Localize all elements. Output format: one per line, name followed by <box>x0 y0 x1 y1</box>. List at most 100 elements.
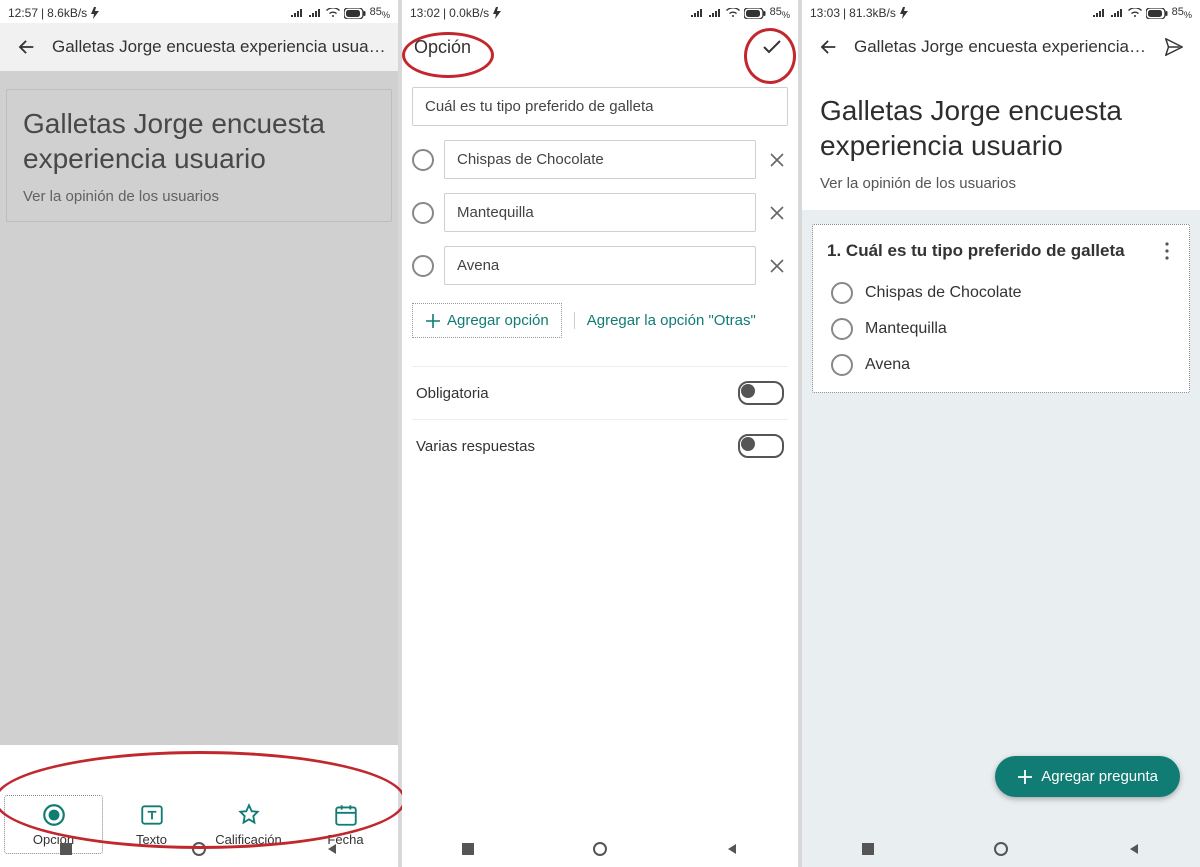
battery-level: 85 <box>1172 6 1184 18</box>
panel-option-editor: 13:02 | 0.0kB/s 85% Opción Cuál es tu ti… <box>402 0 798 867</box>
toggle-switch[interactable] <box>738 434 784 458</box>
wifi-icon <box>326 8 340 18</box>
android-nav-bar <box>0 831 398 867</box>
answer-option[interactable]: Chispas de Chocolate <box>831 282 1175 304</box>
radio-icon <box>831 282 853 304</box>
panel-form-preview: 13:03 | 81.3kB/s 85% Galletas Jorge encu… <box>802 0 1200 867</box>
back-button[interactable] <box>814 33 842 61</box>
wifi-icon <box>1128 8 1142 18</box>
arrow-left-icon <box>817 36 839 58</box>
status-bar: 13:02 | 0.0kB/s 85% <box>402 0 798 23</box>
plus-icon <box>1017 769 1033 785</box>
form-body: Galletas Jorge encuesta experiencia usua… <box>802 71 1200 867</box>
battery-icon <box>744 8 766 19</box>
bolt-icon <box>492 7 502 19</box>
option-input[interactable]: Avena <box>444 246 756 285</box>
answer-option[interactable]: Mantequilla <box>831 318 1175 340</box>
battery-level: 85 <box>370 6 382 18</box>
signal-icon <box>308 8 322 18</box>
nav-back-icon[interactable] <box>725 842 739 856</box>
form-header-card: Galletas Jorge encuesta experiencia usua… <box>802 71 1200 210</box>
more-vertical-icon <box>1159 241 1175 261</box>
remove-option-button[interactable] <box>766 202 788 224</box>
bolt-icon <box>90 7 100 19</box>
radio-icon <box>831 354 853 376</box>
battery-icon <box>1146 8 1168 19</box>
question-title: 1. Cuál es tu tipo preferido de galleta <box>827 241 1153 261</box>
close-icon <box>769 152 785 168</box>
toggle-multiple: Varias respuestas <box>412 419 788 472</box>
status-time: 13:03 <box>810 6 840 20</box>
appbar-title: Galletas Jorge encuesta experiencia usua… <box>52 37 386 57</box>
question-card[interactable]: 1. Cuál es tu tipo preferido de galleta … <box>812 224 1190 393</box>
close-icon <box>769 258 785 274</box>
answer-option[interactable]: Avena <box>831 354 1175 376</box>
appbar-title: Galletas Jorge encuesta experiencia u... <box>854 37 1148 57</box>
toggle-section: Obligatoria Varias respuestas <box>412 366 788 472</box>
radio-icon <box>412 202 434 224</box>
nav-home-icon[interactable] <box>593 842 607 856</box>
signal-icon <box>290 8 304 18</box>
add-row: Agregar opción Agregar la opción "Otras" <box>412 303 788 338</box>
plus-icon <box>425 313 441 329</box>
nav-recent-icon[interactable] <box>461 842 475 856</box>
page-body: Galletas Jorge encuesta experiencia usua… <box>0 71 398 867</box>
back-button[interactable] <box>12 33 40 61</box>
android-nav-bar <box>402 831 798 867</box>
option-label: Mantequilla <box>865 320 947 338</box>
nav-recent-icon[interactable] <box>861 842 875 856</box>
form-subtitle: Ver la opinión de los usuarios <box>820 175 1182 192</box>
nav-home-icon[interactable] <box>994 842 1008 856</box>
radio-icon <box>412 255 434 277</box>
android-nav-bar <box>802 831 1200 867</box>
wifi-icon <box>726 8 740 18</box>
status-data-rate: 81.3kB/s <box>849 6 896 20</box>
option-label: Avena <box>865 356 910 374</box>
add-other-button[interactable]: Agregar la opción "Otras" <box>574 312 756 329</box>
text-box-icon <box>139 802 165 828</box>
nav-back-icon[interactable] <box>325 842 339 856</box>
toggle-label: Varias respuestas <box>416 438 535 455</box>
option-input[interactable]: Chispas de Chocolate <box>444 140 756 179</box>
appbar-title: Opción <box>414 37 746 58</box>
confirm-button[interactable] <box>758 33 786 61</box>
option-row: Avena <box>412 246 788 285</box>
option-input[interactable]: Mantequilla <box>444 193 756 232</box>
add-question-button[interactable]: Agregar pregunta <box>995 756 1180 797</box>
status-data-rate: 8.6kB/s <box>47 6 87 20</box>
option-label: Chispas de Chocolate <box>865 284 1022 302</box>
radio-icon <box>831 318 853 340</box>
toggle-label: Obligatoria <box>416 385 489 402</box>
status-time: 13:02 <box>410 6 440 20</box>
toggle-switch[interactable] <box>738 381 784 405</box>
remove-option-button[interactable] <box>766 149 788 171</box>
question-text-input[interactable]: Cuál es tu tipo preferido de galleta <box>412 87 788 126</box>
nav-back-icon[interactable] <box>1127 842 1141 856</box>
app-bar: Galletas Jorge encuesta experiencia u... <box>802 23 1200 71</box>
status-bar: 13:03 | 81.3kB/s 85% <box>802 0 1200 23</box>
close-icon <box>769 205 785 221</box>
signal-icon <box>708 8 722 18</box>
nav-home-icon[interactable] <box>192 842 206 856</box>
editor-body: Cuál es tu tipo preferido de galleta Chi… <box>402 71 798 867</box>
battery-level: 85 <box>770 6 782 18</box>
send-icon <box>1163 36 1185 58</box>
battery-icon <box>344 8 366 19</box>
send-button[interactable] <box>1160 33 1188 61</box>
add-option-label: Agregar opción <box>447 312 549 329</box>
status-data-rate: 0.0kB/s <box>449 6 489 20</box>
remove-option-button[interactable] <box>766 255 788 277</box>
fab-label: Agregar pregunta <box>1041 768 1158 785</box>
bolt-icon <box>899 7 909 19</box>
question-menu-button[interactable] <box>1159 241 1175 266</box>
signal-icon <box>1110 8 1124 18</box>
radio-icon <box>412 149 434 171</box>
check-icon <box>760 35 784 59</box>
signal-icon <box>1092 8 1106 18</box>
status-bar: 12:57 | 8.6kB/s 85% <box>0 0 398 23</box>
calendar-icon <box>333 802 359 828</box>
nav-recent-icon[interactable] <box>59 842 73 856</box>
toggle-required: Obligatoria <box>412 367 788 419</box>
option-row: Mantequilla <box>412 193 788 232</box>
add-option-button[interactable]: Agregar opción <box>412 303 562 338</box>
